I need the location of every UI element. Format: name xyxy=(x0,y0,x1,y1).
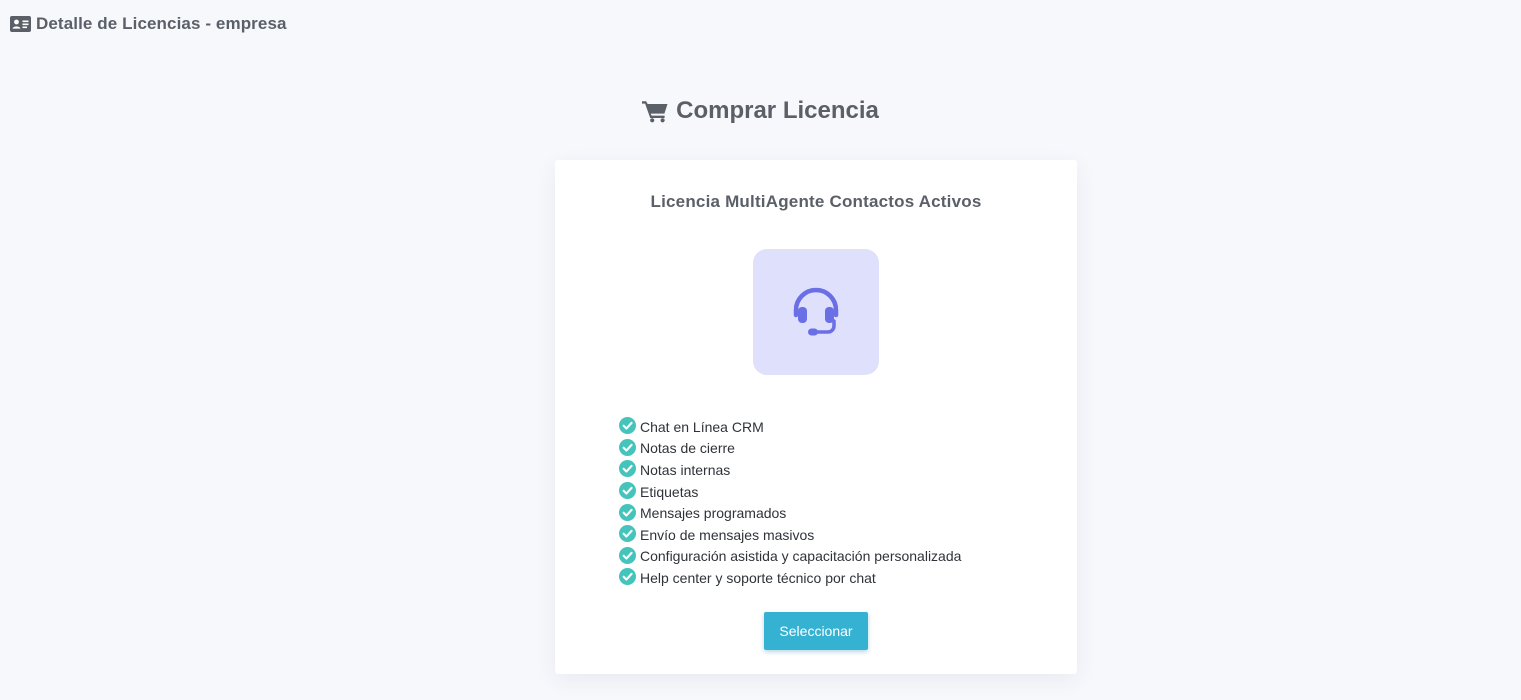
license-card: Licencia MultiAgente Contactos Activos C… xyxy=(555,160,1077,674)
list-item: Etiquetas xyxy=(619,481,961,503)
select-button[interactable]: Seleccionar xyxy=(764,612,868,650)
feature-label: Configuración asistida y capacitación pe… xyxy=(640,548,962,565)
check-circle-icon xyxy=(619,417,636,435)
feature-label: Notas internas xyxy=(640,461,731,478)
list-item: Notas de cierre xyxy=(619,438,961,460)
feature-label: Chat en Línea CRM xyxy=(640,418,764,435)
check-circle-icon xyxy=(619,503,636,521)
feature-label: Notas de cierre xyxy=(640,440,735,457)
check-circle-icon xyxy=(619,525,636,543)
id-card-icon xyxy=(10,16,31,32)
page-title: Detalle de Licencias - empresa xyxy=(36,14,287,33)
list-item: Mensajes programados xyxy=(619,502,961,524)
check-circle-icon xyxy=(619,482,636,500)
feature-list: Chat en Línea CRM Notas de cierre Notas … xyxy=(619,416,961,589)
check-circle-icon xyxy=(619,546,636,564)
section-heading: Comprar Licencia xyxy=(0,95,1521,127)
list-item: Chat en Línea CRM xyxy=(619,416,961,438)
feature-label: Help center y soporte técnico por chat xyxy=(640,569,876,586)
feature-label: Etiquetas xyxy=(640,483,699,500)
list-item: Notas internas xyxy=(619,459,961,481)
license-icon-tile xyxy=(753,249,879,375)
list-item: Configuración asistida y capacitación pe… xyxy=(619,546,961,568)
check-circle-icon xyxy=(619,438,636,456)
list-item: Help center y soporte técnico por chat xyxy=(619,567,961,589)
feature-label: Mensajes programados xyxy=(640,505,787,522)
check-circle-icon xyxy=(619,460,636,478)
section-title: Comprar Licencia xyxy=(676,97,879,124)
page-header: Detalle de Licencias - empresa xyxy=(10,13,287,35)
feature-label: Envío de mensajes masivos xyxy=(640,526,815,543)
list-item: Envío de mensajes masivos xyxy=(619,524,961,546)
headset-icon xyxy=(793,287,839,336)
shopping-cart-icon xyxy=(642,99,669,123)
license-title: Licencia MultiAgente Contactos Activos xyxy=(650,192,982,211)
check-circle-icon xyxy=(619,568,636,586)
